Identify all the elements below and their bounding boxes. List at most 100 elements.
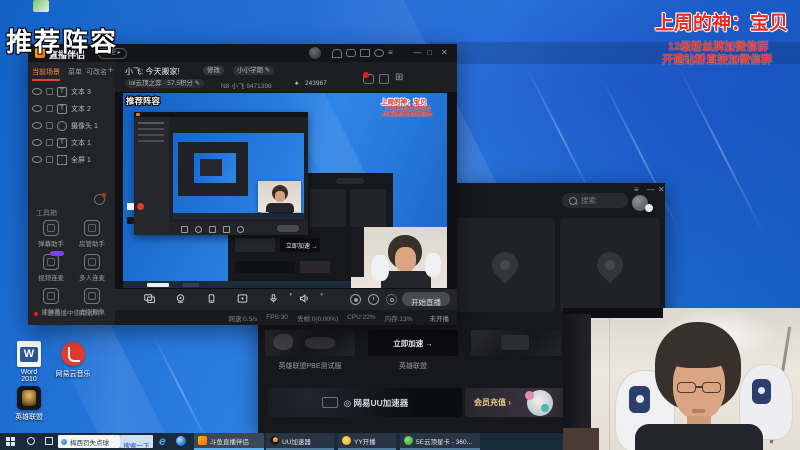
lock-icon[interactable] [46, 88, 53, 95]
desktop-icon-music[interactable]: 网易云音乐 [55, 341, 91, 379]
lock-icon[interactable] [46, 105, 53, 112]
tool-multi-link[interactable]: 多人连麦 [74, 254, 110, 282]
eye-icon[interactable] [32, 156, 42, 163]
speaker-caret-icon[interactable]: ▾ [320, 292, 323, 298]
headset-icon[interactable] [332, 49, 342, 58]
uu-avatar-badge-icon[interactable] [645, 204, 653, 212]
record-button[interactable] [350, 294, 361, 305]
sidebar-notice[interactable]: 斗鱼直播中使用说明 [34, 310, 112, 318]
start-live-button[interactable]: 开始直播 [402, 292, 450, 307]
taskbar-app-douyu[interactable]: 斗鱼直播伴侣 [194, 433, 264, 450]
gift-box-icon[interactable] [363, 72, 374, 84]
source-label: 全屏 1 [71, 156, 91, 164]
wallpaper-streak [152, 336, 210, 444]
live-companion-window: 直播伴侣 典型 ▸ ≡ — □ ✕ 小飞: 今天搬家! 修改 小小学期 ✎ lo… [28, 44, 457, 325]
overlay-fan-line-2: 开通钻粉直接加微信群 [662, 54, 772, 66]
source-row[interactable]: T 文本 3 [32, 84, 112, 99]
scene-tab-current[interactable]: 当前场景 [32, 67, 60, 81]
screen-capture-icon [143, 294, 155, 303]
bell-icon[interactable] [374, 49, 384, 57]
fullscreen-source-icon [57, 154, 67, 165]
preview-canvas[interactable]: 推荐阵容 上周的神：宝贝 12级粉丝牌加微信群 开通钻粉直接加微信群 立即加速 … [115, 92, 457, 289]
edit-room-title-button[interactable]: 修改 [203, 66, 224, 75]
settings-gear-button[interactable] [386, 294, 397, 305]
wallpaper-streak [676, 64, 766, 236]
taskbar-app-5e[interactable]: 5E云顶星卡 - 360... [400, 433, 480, 450]
rocket-icon [591, 246, 629, 284]
taskbar-search-input[interactable]: 梅西罚失点球 [58, 435, 120, 448]
lock-icon[interactable] [379, 74, 389, 84]
source-row[interactable]: 全屏 1 [32, 152, 112, 167]
timer-button[interactable] [368, 294, 379, 305]
search-go-button[interactable]: 搜索一下 [120, 435, 153, 450]
source-label: 摄像头 1 [71, 122, 98, 130]
scene-tab-menu[interactable]: 菜单 [68, 67, 82, 77]
eye-icon[interactable] [32, 122, 42, 129]
room-name-pill[interactable]: 小小学期 ✎ [233, 66, 275, 75]
start-button[interactable] [6, 437, 15, 446]
status-memory: 内存:13% [384, 315, 413, 323]
flower-icon [525, 391, 534, 400]
source-row[interactable]: T 文本 1 [32, 135, 112, 150]
monitor-icon[interactable] [360, 49, 370, 57]
game-card-lol[interactable]: 立即加速 → [368, 330, 458, 356]
ie-browser-icon[interactable]: e [159, 434, 166, 448]
eye-icon[interactable] [32, 88, 42, 95]
virtual-avatar-icon [84, 288, 100, 304]
source-label: 文本 3 [71, 88, 91, 96]
search-hot-text: 梅西罚失点球 [70, 439, 109, 447]
overlay-lineup-title: 推荐阵容 [6, 27, 119, 57]
scene-tab-rename[interactable]: 可改名 [86, 67, 107, 77]
source-row[interactable]: T 文本 2 [32, 101, 112, 116]
app-minimize-button[interactable]: — [413, 49, 421, 57]
word-icon: W [20, 347, 38, 362]
panel-toggle-button[interactable] [94, 193, 106, 205]
taskbar-app-yy[interactable]: YY开播 [338, 433, 396, 450]
tool-mod-assistant[interactable]: 房管助手 [74, 220, 110, 248]
tool-danmu-assistant[interactable]: 弹幕助手 [33, 220, 69, 248]
lock-icon[interactable] [46, 122, 53, 129]
game-card-pbe[interactable] [265, 330, 355, 356]
uu-settings-button[interactable]: ≡ [634, 186, 639, 194]
taskbar-app-uu[interactable]: UU加速器 [266, 433, 334, 450]
vip-recharge-banner[interactable]: 会员充值 › [465, 388, 565, 417]
douyu-app-icon [198, 436, 207, 445]
tool-video-link[interactable]: 视频连麦 [33, 251, 69, 282]
danmu-icon [43, 220, 59, 236]
lock-icon[interactable] [46, 156, 53, 163]
mail-icon[interactable] [346, 49, 356, 57]
accelerate-now-button[interactable]: 立即加速 → [393, 338, 433, 349]
camera-icon [176, 294, 184, 303]
taskview-button[interactable] [45, 437, 53, 445]
browser-circle-icon[interactable] [176, 436, 186, 446]
start-live-label: 开始直播 [411, 298, 441, 307]
user-avatar[interactable] [309, 47, 321, 59]
room-category-tag[interactable]: lol云顶之弈 · 57.5积分 ✎ [125, 79, 205, 88]
game-card[interactable] [471, 330, 561, 356]
add-scene-button[interactable]: + [108, 65, 113, 75]
uu-card-placeholder[interactable] [560, 218, 660, 312]
hair-accent [541, 404, 549, 412]
desktop-icon-game[interactable]: 英雄联盟 [12, 386, 46, 422]
uu-close-button[interactable]: ✕ [658, 186, 665, 194]
uu-minimize-button[interactable]: — [647, 186, 655, 194]
app-close-button[interactable]: ✕ [441, 49, 448, 57]
desktop-icon-word[interactable]: W Word 2010 [12, 341, 46, 383]
source-row[interactable]: 摄像头 1 [32, 118, 112, 133]
uu-card-placeholder[interactable] [455, 218, 555, 312]
cortana-button[interactable] [27, 437, 35, 445]
room-info-bar: 小飞: 今天搬家! 修改 小小学期 ✎ lol云顶之弈 · 57.5积分 ✎ N… [115, 62, 457, 92]
nested-fan-line: 开通钻粉直接加微信群 [382, 112, 433, 118]
app-maximize-button[interactable]: □ [427, 49, 432, 57]
eye-icon[interactable] [32, 105, 42, 112]
layout-grid-icon[interactable]: ⊞ [395, 73, 403, 83]
person-fringe [665, 342, 731, 368]
text-source-icon: T [57, 137, 67, 148]
menu-icon[interactable]: ≡ [388, 49, 393, 57]
uu-search-box[interactable]: 搜索 [562, 193, 628, 208]
uu-brand-banner[interactable]: ◎ 网易UU加速器 [268, 388, 462, 417]
lock-icon[interactable] [46, 139, 53, 146]
eye-icon[interactable] [32, 139, 42, 146]
desktop-icon-partial[interactable] [33, 0, 49, 12]
status-live-state: 未开播 [429, 315, 450, 323]
